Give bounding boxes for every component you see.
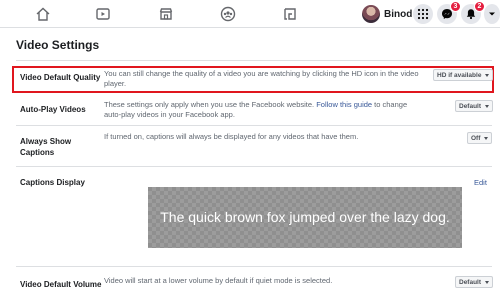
video-default-volume-description: Video will start at a lower volume by de… bbox=[104, 276, 333, 285]
chevron-down-icon bbox=[489, 12, 495, 16]
notifications-button[interactable]: 2 bbox=[461, 1, 485, 24]
avatar bbox=[362, 5, 380, 23]
captions-display-label: Captions Display bbox=[20, 178, 85, 187]
groups-icon[interactable] bbox=[219, 5, 237, 23]
video-quality-value: HD if available bbox=[437, 71, 482, 79]
account-button[interactable] bbox=[484, 4, 500, 24]
caret-down-icon bbox=[485, 280, 490, 284]
video-quality-dropdown[interactable]: HD if available bbox=[433, 69, 494, 81]
home-icon[interactable] bbox=[34, 5, 52, 23]
edit-captions-link[interactable]: Edit bbox=[474, 178, 487, 187]
auto-play-description: These settings only apply when you use t… bbox=[104, 100, 426, 120]
row-divider bbox=[16, 125, 492, 126]
page-title: Video Settings bbox=[16, 38, 100, 52]
volume-dropdown[interactable]: Default bbox=[455, 276, 494, 288]
profile-link[interactable]: Binod bbox=[362, 4, 412, 24]
auto-play-value: Default bbox=[459, 102, 482, 110]
captions-preview-text: The quick brown fox jumped over the lazy… bbox=[160, 209, 450, 225]
captions-dropdown[interactable]: Off bbox=[467, 132, 493, 144]
caret-down-icon bbox=[484, 136, 489, 140]
gaming-icon[interactable] bbox=[281, 5, 299, 23]
row-divider bbox=[16, 266, 492, 267]
captions-preview: The quick brown fox jumped over the lazy… bbox=[148, 187, 462, 248]
caret-down-icon bbox=[485, 73, 490, 77]
video-default-volume-label: Video Default Volume bbox=[20, 280, 102, 289]
messenger-button[interactable]: 3 bbox=[437, 1, 461, 24]
title-divider bbox=[16, 60, 492, 61]
auto-play-description-text: These settings only apply when you use t… bbox=[104, 100, 317, 109]
messenger-badge: 3 bbox=[450, 1, 461, 12]
row-divider bbox=[16, 166, 492, 167]
captions-value: Off bbox=[471, 134, 481, 142]
volume-value: Default bbox=[459, 278, 482, 286]
always-show-captions-description: If turned on, captions will always be di… bbox=[104, 132, 359, 141]
auto-play-dropdown[interactable]: Default bbox=[455, 100, 494, 112]
profile-name: Binod bbox=[384, 8, 413, 20]
marketplace-icon[interactable] bbox=[157, 5, 175, 23]
auto-play-videos-label: Auto-Play Videos bbox=[20, 105, 86, 114]
watch-icon[interactable] bbox=[94, 5, 112, 23]
follow-guide-link[interactable]: Follow this guide bbox=[316, 100, 372, 109]
always-show-captions-label: Always Show Captions bbox=[20, 137, 72, 157]
video-default-quality-label: Video Default Quality bbox=[20, 73, 101, 82]
top-navigation-bar: Binod 3 2 bbox=[0, 0, 500, 28]
video-default-quality-description: You can still change the quality of a vi… bbox=[104, 69, 419, 88]
caret-down-icon bbox=[485, 104, 490, 108]
menu-button[interactable] bbox=[413, 4, 433, 24]
grid-menu-icon bbox=[417, 8, 429, 20]
